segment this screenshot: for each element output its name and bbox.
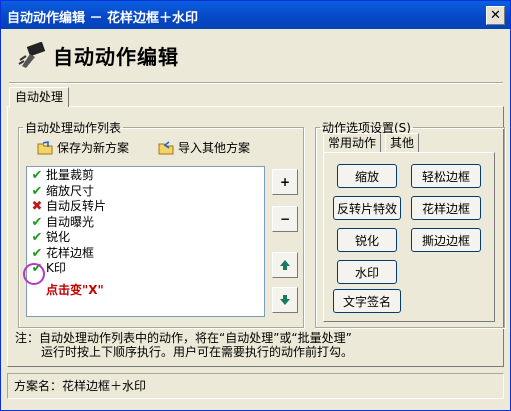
status-bar: 方案名：花样边框＋水印	[7, 373, 504, 399]
check-icon[interactable]: ✔	[30, 230, 44, 245]
save-as-new-scheme-label: 保存为新方案	[57, 141, 130, 155]
info-note-line1: 注：自动处理动作列表中的动作，将在“自动处理”或“批量处理”	[15, 331, 352, 345]
title-bar: 自动动作编辑 － 花样边框＋水印 ✕	[1, 1, 510, 29]
header-title: 自动动作编辑	[53, 45, 179, 69]
plus-icon: +	[279, 175, 291, 189]
cross-icon[interactable]: ✖	[30, 199, 44, 214]
reversal-effect-button[interactable]: 反转片特效	[333, 196, 401, 220]
scheme-name: 方案名：花样边框＋水印	[14, 379, 147, 393]
move-down-button[interactable]	[272, 287, 298, 313]
click-annotation: 点击变"X"	[46, 283, 104, 297]
sharpen-button[interactable]: 锐化	[337, 228, 397, 252]
check-icon[interactable]: ✔	[30, 246, 44, 261]
tab-common-actions[interactable]: 常用动作	[323, 133, 382, 153]
list-item-label: 缩放尺寸	[46, 183, 95, 198]
list-item-label: 自动曝光	[46, 214, 95, 229]
action-list-legend: 自动处理动作列表	[25, 121, 122, 135]
tab-other[interactable]: 其他	[385, 133, 420, 153]
save-as-new-scheme-button[interactable]: 保存为新方案	[37, 139, 129, 156]
move-up-button[interactable]	[272, 252, 298, 278]
info-note-line2: 运行时按上下顺序执行。用户可在需要执行的动作前打勾。	[41, 345, 354, 359]
list-item-label: 锐化	[46, 230, 71, 245]
import-scheme-label: 导入其他方案	[178, 141, 251, 155]
highlight-circle	[23, 263, 45, 285]
edit-brush-icon	[18, 42, 46, 68]
import-scheme-button[interactable]: 导入其他方案	[158, 139, 250, 156]
check-icon[interactable]: ✔	[30, 215, 44, 230]
list-item[interactable]: ✖ 自动反转片	[27, 199, 264, 215]
arrow-down-icon	[280, 295, 290, 305]
torn-border-button[interactable]: 撕边边框	[411, 228, 481, 252]
remove-action-button[interactable]: −	[272, 206, 298, 232]
list-item-label: 花样边框	[46, 245, 95, 260]
text-signature-button[interactable]: 文字签名	[333, 289, 401, 313]
folder-icon	[158, 140, 174, 154]
check-icon[interactable]: ✔	[30, 168, 44, 183]
list-item[interactable]: ✔ K印	[27, 261, 264, 277]
arrow-up-icon	[280, 260, 290, 270]
list-item[interactable]: ✔ 锐化	[27, 230, 264, 246]
tab-auto-process[interactable]: 自动处理	[9, 87, 70, 107]
list-item[interactable]: ✔ 花样边框	[27, 246, 264, 262]
header-separator	[9, 82, 503, 84]
watermark-button[interactable]: 水印	[337, 260, 397, 284]
easy-border-button[interactable]: 轻松边框	[411, 164, 481, 188]
fancy-border-button[interactable]: 花样边框	[411, 196, 481, 220]
close-button[interactable]: ✕	[486, 6, 505, 25]
window-title: 自动动作编辑 － 花样边框＋水印	[7, 11, 199, 26]
list-item-label: 自动反转片	[46, 199, 107, 214]
check-icon[interactable]: ✔	[30, 184, 44, 199]
folder-icon	[37, 140, 53, 154]
info-note: 注：自动处理动作列表中的动作，将在“自动处理”或“批量处理” 运行时按上下顺序执…	[15, 331, 505, 359]
list-item-label: 批量裁剪	[46, 168, 95, 183]
header: 自动动作编辑	[1, 29, 510, 85]
list-item[interactable]: ✔ 批量裁剪	[27, 168, 264, 184]
minus-icon: −	[279, 212, 291, 226]
close-icon: ✕	[490, 8, 501, 23]
add-action-button[interactable]: +	[272, 169, 298, 195]
list-item[interactable]: ✔ 自动曝光	[27, 215, 264, 231]
zoom-action-button[interactable]: 缩放	[337, 164, 397, 188]
list-item-label: K印	[46, 261, 66, 276]
dialog-window: 自动动作编辑 － 花样边框＋水印 ✕ 自动动作编辑 自动处理 自动处理动作列表 …	[0, 0, 511, 411]
list-item[interactable]: ✔ 缩放尺寸	[27, 184, 264, 200]
